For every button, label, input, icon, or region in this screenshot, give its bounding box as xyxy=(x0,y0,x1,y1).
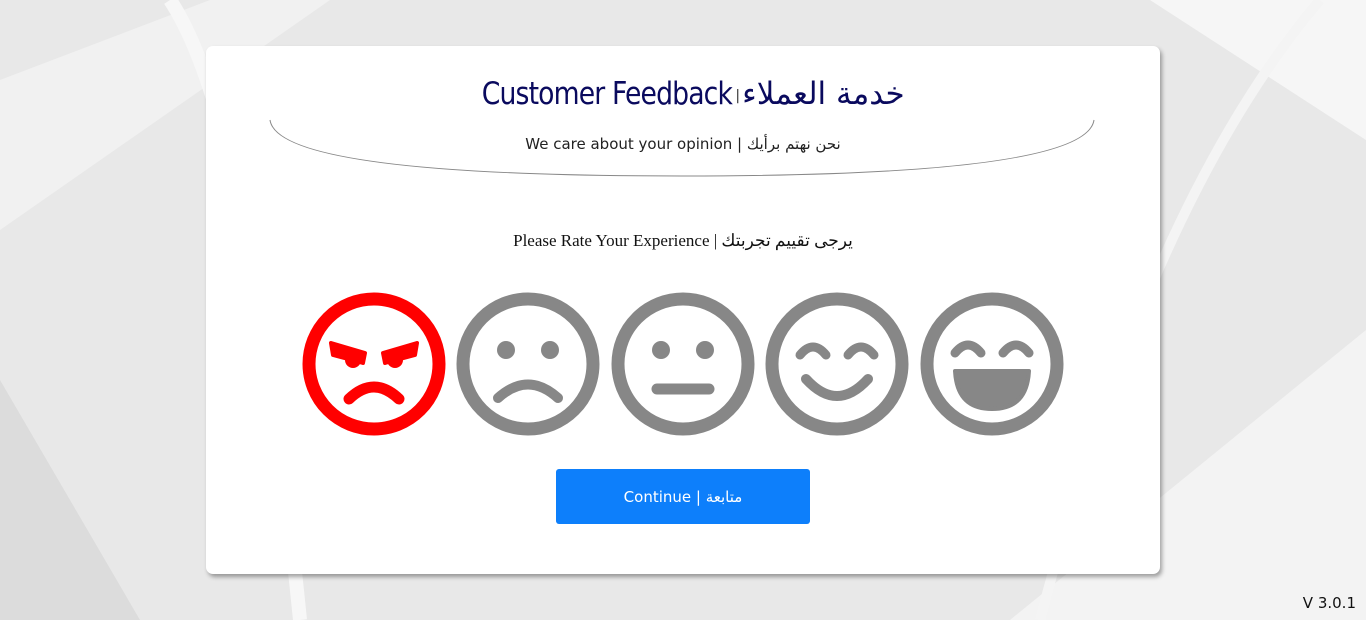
title-arabic: خدمة العملاء xyxy=(742,76,906,112)
rating-prompt: Please Rate Your Experience | يرجى تقييم… xyxy=(513,231,853,250)
continue-button[interactable]: Continue | متابعة xyxy=(556,469,810,524)
rating-option-happy[interactable] xyxy=(919,291,1065,437)
rating-option-smiling[interactable] xyxy=(764,291,910,437)
rating-option-sad[interactable] xyxy=(455,291,601,437)
title-english: Customer Feedback xyxy=(482,76,733,112)
happy-face-icon xyxy=(920,292,1064,436)
angry-face-icon xyxy=(302,292,446,436)
neutral-face-icon xyxy=(611,292,755,436)
sad-face-icon xyxy=(456,292,600,436)
page-subtitle: We care about your opinion | نحن نهتم بر… xyxy=(525,135,841,153)
title-separator: | xyxy=(735,87,740,104)
rating-option-angry[interactable] xyxy=(301,291,447,437)
version-label: V 3.0.1 xyxy=(1302,594,1356,612)
rating-option-neutral[interactable] xyxy=(610,291,756,437)
page-title: Customer Feedback |خدمة العملاء xyxy=(0,74,1366,116)
smiling-face-icon xyxy=(765,292,909,436)
